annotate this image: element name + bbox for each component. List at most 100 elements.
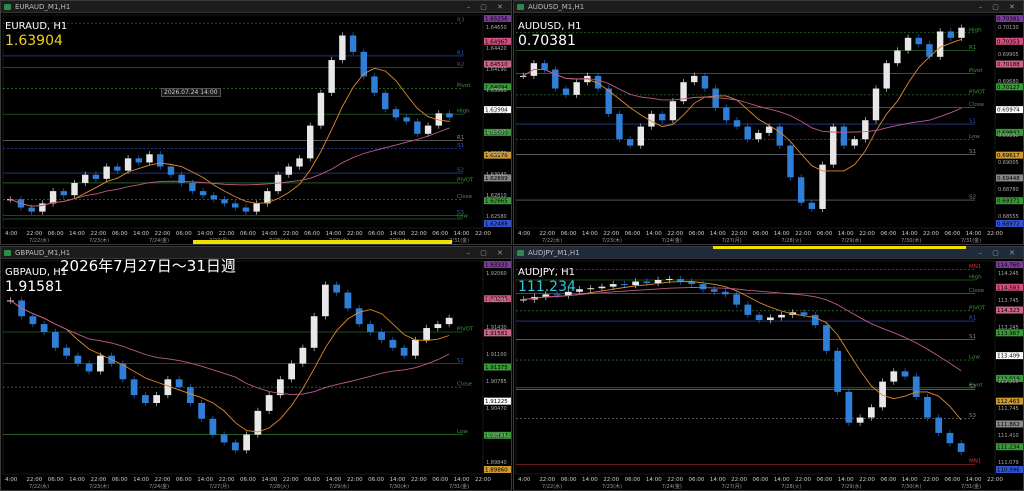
- x-tick-label: 14:00: [838, 231, 854, 237]
- x-tick-label: 14:00: [133, 477, 149, 483]
- x-tick-label: 06:00: [689, 231, 705, 237]
- x-tick-label: 22:00: [667, 231, 683, 237]
- x-tick-label: 14:00: [261, 477, 277, 483]
- pivot-level-label: S1: [457, 358, 464, 364]
- pivot-level-label: S1: [969, 334, 976, 340]
- candle-body: [412, 339, 419, 356]
- chart-panel-gbpaud[interactable]: GBPAUD_M1,H1 – ▢ ✕ PIVOT S1 Close Low 1.9333…: [0, 246, 512, 491]
- candle-body: [883, 63, 890, 89]
- candle-body: [901, 371, 909, 377]
- candle-body: [765, 126, 773, 133]
- candle-body: [29, 316, 37, 325]
- candle-body: [243, 434, 250, 451]
- candle-body: [924, 397, 931, 418]
- candle-body: [209, 418, 217, 435]
- candle-body: [733, 120, 741, 127]
- date-tick-label: 7/31(金): [449, 237, 469, 244]
- x-tick-label: 06:00: [561, 477, 577, 483]
- y-tick-label: 0.69005: [998, 160, 1019, 166]
- x-tick-label: 22:00: [859, 231, 875, 237]
- y-tick-label: 1.63960: [486, 88, 507, 94]
- window-controls[interactable]: – ▢ ✕: [467, 1, 507, 13]
- x-tick-label: 06:00: [625, 231, 641, 237]
- price-tag-label: 111.234: [997, 445, 1020, 451]
- x-tick-label: 4:00: [5, 477, 18, 483]
- x-tick-label: 06:00: [240, 477, 256, 483]
- pivot-level-label: Close: [969, 288, 985, 294]
- y-tick-label: 0.68780: [998, 187, 1019, 193]
- price-tag-label: 0.68972: [997, 222, 1020, 228]
- chart-panel-audjpy[interactable]: AUDJPY_M1,H1 – ▢ ✕ MN1 High Close PIVOT R1 S1…: [513, 246, 1024, 491]
- date-tick-label: 7/22(水): [542, 483, 562, 490]
- x-tick-label: 14:00: [582, 477, 598, 483]
- moving-average-slow: [10, 300, 450, 395]
- x-tick-label: 06:00: [368, 477, 384, 483]
- candle-body: [392, 109, 400, 118]
- window-titlebar[interactable]: AUDUSD_M1,H1 – ▢ ✕: [514, 1, 1023, 13]
- candle-body: [621, 284, 628, 286]
- x-tick-label: 06:00: [368, 231, 384, 237]
- pivot-level-label: R1: [969, 316, 976, 322]
- y-tick-label: 111.410: [998, 433, 1019, 439]
- pivot-level-label: Close: [457, 382, 473, 388]
- price-tag-label: 0.70188: [997, 62, 1020, 68]
- x-tick-label: 22:00: [283, 477, 299, 483]
- candle-body: [414, 121, 421, 134]
- candle-body: [52, 332, 59, 348]
- pivot-level-label: Low: [969, 355, 980, 361]
- window-controls[interactable]: – ▢ ✕: [979, 1, 1019, 13]
- candle-body: [643, 281, 651, 284]
- date-tick-label: 7/28(火): [781, 238, 801, 244]
- candle-body: [733, 294, 741, 305]
- window-title: AUDUSD_M1,H1: [528, 3, 585, 11]
- window-titlebar[interactable]: EURAUD_M1,H1 – ▢ ✕: [1, 1, 511, 13]
- date-tick-label: 7/23(木): [89, 483, 109, 490]
- x-tick-label: 22:00: [475, 477, 491, 483]
- price-chart[interactable]: PIVOTS1CloseLow1.933331.932251.915811.91…: [1, 259, 512, 491]
- chart-panel-euraud[interactable]: EURAUD_M1,H1 – ▢ ✕ R3 R2 R1 Pivot High R1 S1 S2…: [0, 0, 512, 245]
- window-controls[interactable]: – ▢ ✕: [467, 247, 507, 259]
- candle-body: [135, 158, 142, 163]
- x-tick-label: 22:00: [219, 231, 235, 237]
- candle-body: [344, 292, 352, 309]
- date-tick-label: 7/29(水): [329, 483, 349, 490]
- date-tick-label: 7/30(木): [901, 237, 921, 244]
- week-highlight-bar: [713, 246, 966, 249]
- candle-body: [322, 284, 329, 317]
- date-tick-label: 7/31(金): [961, 237, 981, 244]
- x-tick-label: 22:00: [283, 231, 299, 237]
- y-tick-label: 1.92060: [486, 271, 507, 277]
- candle-body: [71, 182, 78, 196]
- date-tick-label: 7/27(月): [209, 484, 229, 490]
- date-tick-label: 7/23(木): [602, 483, 622, 490]
- price-chart[interactable]: R3R2R1PivotHighR1S1S2PIVOTCloseS3Low1.65…: [1, 13, 512, 245]
- x-tick-label: 14:00: [646, 477, 662, 483]
- candle-body: [935, 417, 943, 433]
- pivot-level-label: PIVOT: [969, 305, 986, 311]
- price-chart[interactable]: MN1HighClosePIVOTR1S1LowPivotS2S3MN1114.…: [514, 259, 1024, 491]
- candle-body: [317, 92, 325, 126]
- y-tick-label: 1.62580: [486, 214, 507, 220]
- candle-body: [840, 126, 848, 146]
- chart-panel-audusd[interactable]: AUDUSD_M1,H1 – ▢ ✕ High R1 Pivot PIVOT Close…: [513, 0, 1024, 245]
- price-chart[interactable]: High R1 Pivot PIVOT Close S1 Low S1 S2 0.70381 0.7…: [514, 13, 1024, 245]
- candle-body: [288, 363, 295, 380]
- x-tick-label: 22:00: [411, 231, 427, 237]
- y-tick-label: 1.90155: [486, 433, 507, 439]
- symbol-label: AUDJPY, H1: [518, 267, 575, 278]
- window-controls[interactable]: – ▢ ✕: [979, 247, 1019, 259]
- date-tick-label: 7/31(金): [449, 483, 469, 490]
- candle-body: [691, 75, 698, 83]
- price-tag-label: 1.62488: [485, 222, 508, 228]
- x-tick-label: 14:00: [454, 231, 470, 237]
- pivot-level-label: S2: [969, 384, 976, 390]
- y-tick-label: 114.245: [998, 271, 1019, 277]
- x-tick-label: 4:00: [518, 477, 531, 483]
- date-tick-label: 7/29(水): [841, 237, 861, 244]
- pivot-level-label: High: [457, 109, 470, 115]
- x-tick-label: 06:00: [48, 477, 64, 483]
- window-title: AUDJPY_M1,H1: [528, 249, 580, 257]
- y-tick-label: 113.245: [998, 325, 1019, 331]
- candle-body: [339, 35, 346, 61]
- date-tick-label: 7/29(水): [841, 483, 861, 490]
